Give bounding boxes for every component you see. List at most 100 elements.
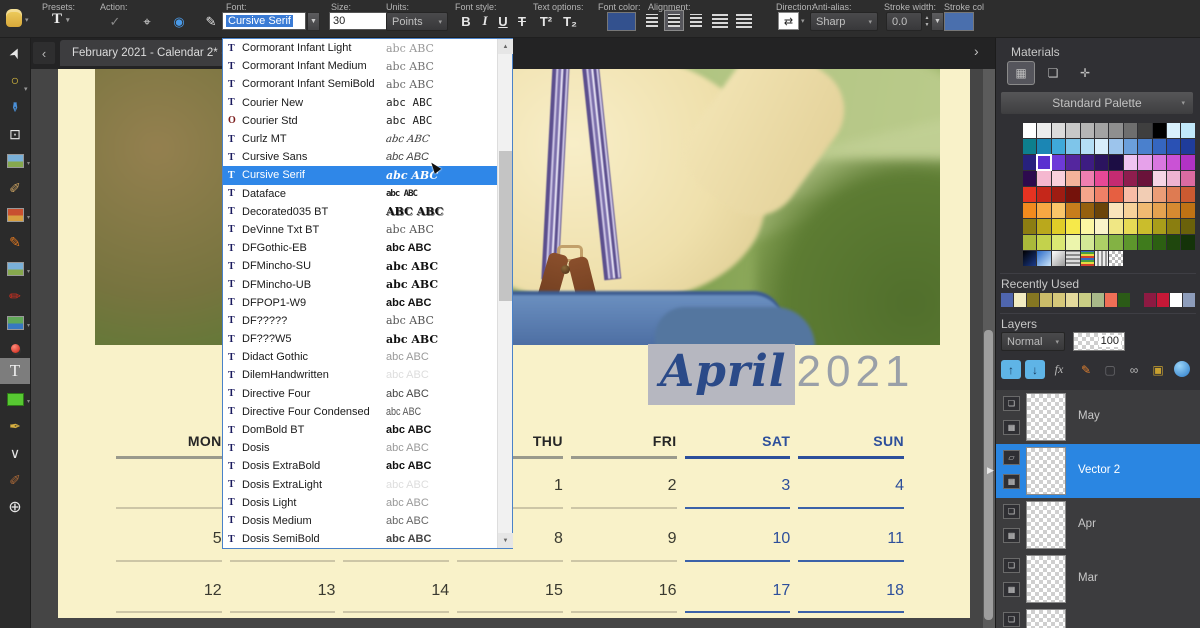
color-swatch[interactable]: [1051, 155, 1066, 170]
color-swatch[interactable]: [1037, 251, 1051, 266]
layer-row-selected[interactable]: ▶ ▱ ▦ Vector 2: [987, 444, 1200, 499]
color-swatch[interactable]: [1123, 171, 1138, 186]
color-swatch[interactable]: [1138, 203, 1152, 218]
justify-left-button[interactable]: [712, 13, 728, 28]
font-list-item[interactable]: T DFGothic-EB abc ABC: [223, 239, 497, 257]
color-swatch[interactable]: [1183, 293, 1195, 307]
font-list-item[interactable]: T Dosis Light abc ABC: [223, 494, 497, 512]
color-swatch[interactable]: [1037, 203, 1051, 218]
color-swatch[interactable]: [1181, 219, 1195, 234]
text-direction-button[interactable]: ⇄: [778, 12, 799, 30]
font-color-swatch[interactable]: [607, 12, 636, 31]
color-swatch[interactable]: [1094, 219, 1109, 234]
color-swatch[interactable]: [1094, 139, 1109, 154]
color-swatch[interactable]: [1181, 139, 1195, 154]
font-list-item[interactable]: T DilemHandwritten abc ABC: [223, 366, 497, 384]
color-swatch[interactable]: [1080, 155, 1094, 170]
layer-row[interactable]: ❏ ▦ Mar: [996, 552, 1200, 607]
font-list-scrollbar[interactable]: ▲ ▼: [497, 39, 513, 548]
color-swatch[interactable]: [1131, 293, 1143, 307]
color-swatch[interactable]: [1166, 139, 1181, 154]
color-swatch[interactable]: [1138, 123, 1152, 138]
color-swatch[interactable]: [1066, 251, 1080, 266]
superscript-button[interactable]: T²: [536, 11, 556, 31]
font-list-item[interactable]: T Curlz MT abc ABC: [223, 130, 497, 148]
tool-frame[interactable]: ▾: [0, 202, 30, 228]
font-list-item[interactable]: T Decorated035 BT ABC ABC: [223, 203, 497, 221]
opacity-field[interactable]: 100: [1073, 332, 1125, 351]
color-swatch[interactable]: [1066, 235, 1080, 250]
color-swatch[interactable]: [1037, 171, 1051, 186]
color-swatch[interactable]: [1166, 187, 1181, 202]
font-list-item[interactable]: T Dosis ExtraLight abc ABC: [223, 476, 497, 494]
color-swatch[interactable]: [1080, 203, 1094, 218]
edit-brush-icon[interactable]: ✎: [198, 12, 224, 32]
color-swatch[interactable]: [1066, 123, 1080, 138]
color-swatch[interactable]: [1152, 187, 1166, 202]
layer-thumbnail[interactable]: [1026, 555, 1066, 603]
color-swatch[interactable]: [1109, 155, 1123, 170]
font-list-item[interactable]: T DFMincho-SU abc ABC: [223, 257, 497, 275]
color-swatch[interactable]: [1109, 203, 1123, 218]
color-swatch[interactable]: [1166, 203, 1181, 218]
color-swatch[interactable]: [1066, 203, 1080, 218]
color-swatch[interactable]: [1023, 155, 1037, 170]
stroke-color-swatch[interactable]: [944, 12, 974, 31]
color-swatch[interactable]: [1094, 155, 1109, 170]
color-swatch[interactable]: [1123, 123, 1138, 138]
color-swatch[interactable]: [1051, 219, 1066, 234]
color-swatch[interactable]: [1080, 139, 1094, 154]
layer-down-button[interactable]: ↓: [1025, 360, 1045, 379]
color-swatch[interactable]: [1152, 235, 1166, 250]
anti-alias-select[interactable]: Sharp ▾: [810, 12, 878, 31]
tool-knife[interactable]: ✐: [0, 175, 30, 201]
color-swatch[interactable]: [1014, 293, 1026, 307]
document-tab[interactable]: February 2021 - Calendar 2* @: [60, 40, 245, 66]
color-swatch[interactable]: [1123, 155, 1138, 170]
color-swatch[interactable]: [1080, 187, 1094, 202]
font-list-item[interactable]: T Dosis abc ABC: [223, 439, 497, 457]
color-swatch[interactable]: [1023, 139, 1037, 154]
materials-palette-tab[interactable]: ▦: [1008, 62, 1034, 84]
tool-picture[interactable]: ▾: [0, 256, 30, 282]
color-swatch[interactable]: [1105, 293, 1117, 307]
color-swatch[interactable]: [1094, 251, 1109, 266]
color-swatch[interactable]: [1152, 171, 1166, 186]
subscript-button[interactable]: T₂: [560, 11, 580, 31]
font-list-item[interactable]: T DeVinne Txt BT abc ABC: [223, 221, 497, 239]
color-swatch[interactable]: [1066, 219, 1080, 234]
font-list-item[interactable]: T Cormorant Infant Light abc ABC: [223, 39, 497, 57]
scroll-up-icon[interactable]: ▲: [498, 39, 513, 54]
color-swatch[interactable]: [1051, 187, 1066, 202]
materials-picker-tab[interactable]: ✛: [1072, 62, 1098, 84]
color-swatch[interactable]: [1152, 123, 1166, 138]
stepper-up-icon[interactable]: ▲: [925, 15, 930, 21]
color-swatch[interactable]: [1023, 187, 1037, 202]
underline-button[interactable]: U: [495, 11, 511, 31]
color-swatch[interactable]: [1027, 293, 1039, 307]
color-swatch[interactable]: [1094, 203, 1109, 218]
color-swatch[interactable]: [1152, 155, 1166, 170]
layer-sphere-button[interactable]: [1174, 361, 1190, 377]
font-list-item[interactable]: T DFPOP1-W9 abc ABC: [223, 294, 497, 312]
color-swatch[interactable]: [1109, 139, 1123, 154]
tool-zoom[interactable]: ⊕: [0, 494, 30, 520]
color-swatch[interactable]: [1080, 251, 1094, 266]
layer-mask-button[interactable]: ▢: [1100, 360, 1120, 379]
color-swatch[interactable]: [1023, 171, 1037, 186]
color-swatch[interactable]: [1066, 171, 1080, 186]
color-swatch[interactable]: [1023, 219, 1037, 234]
panel-expand-button[interactable]: ›: [974, 43, 979, 59]
preview-eye-icon[interactable]: ◉: [166, 12, 192, 32]
color-swatch[interactable]: [1037, 219, 1051, 234]
align-right-button[interactable]: [690, 14, 702, 27]
picker-tool-icon[interactable]: ⌖: [134, 12, 160, 32]
tab-scroll-left-button[interactable]: ‹: [33, 42, 55, 64]
layer-row[interactable]: ❏ ▦ Apr: [996, 498, 1200, 553]
direction-caret-icon[interactable]: ▾: [801, 17, 805, 25]
stroke-width-dropdown-button[interactable]: ▼: [931, 12, 944, 31]
color-swatch[interactable]: [1066, 293, 1078, 307]
color-swatch[interactable]: [1080, 235, 1094, 250]
color-swatch[interactable]: [1138, 155, 1152, 170]
color-swatch[interactable]: [1109, 219, 1123, 234]
